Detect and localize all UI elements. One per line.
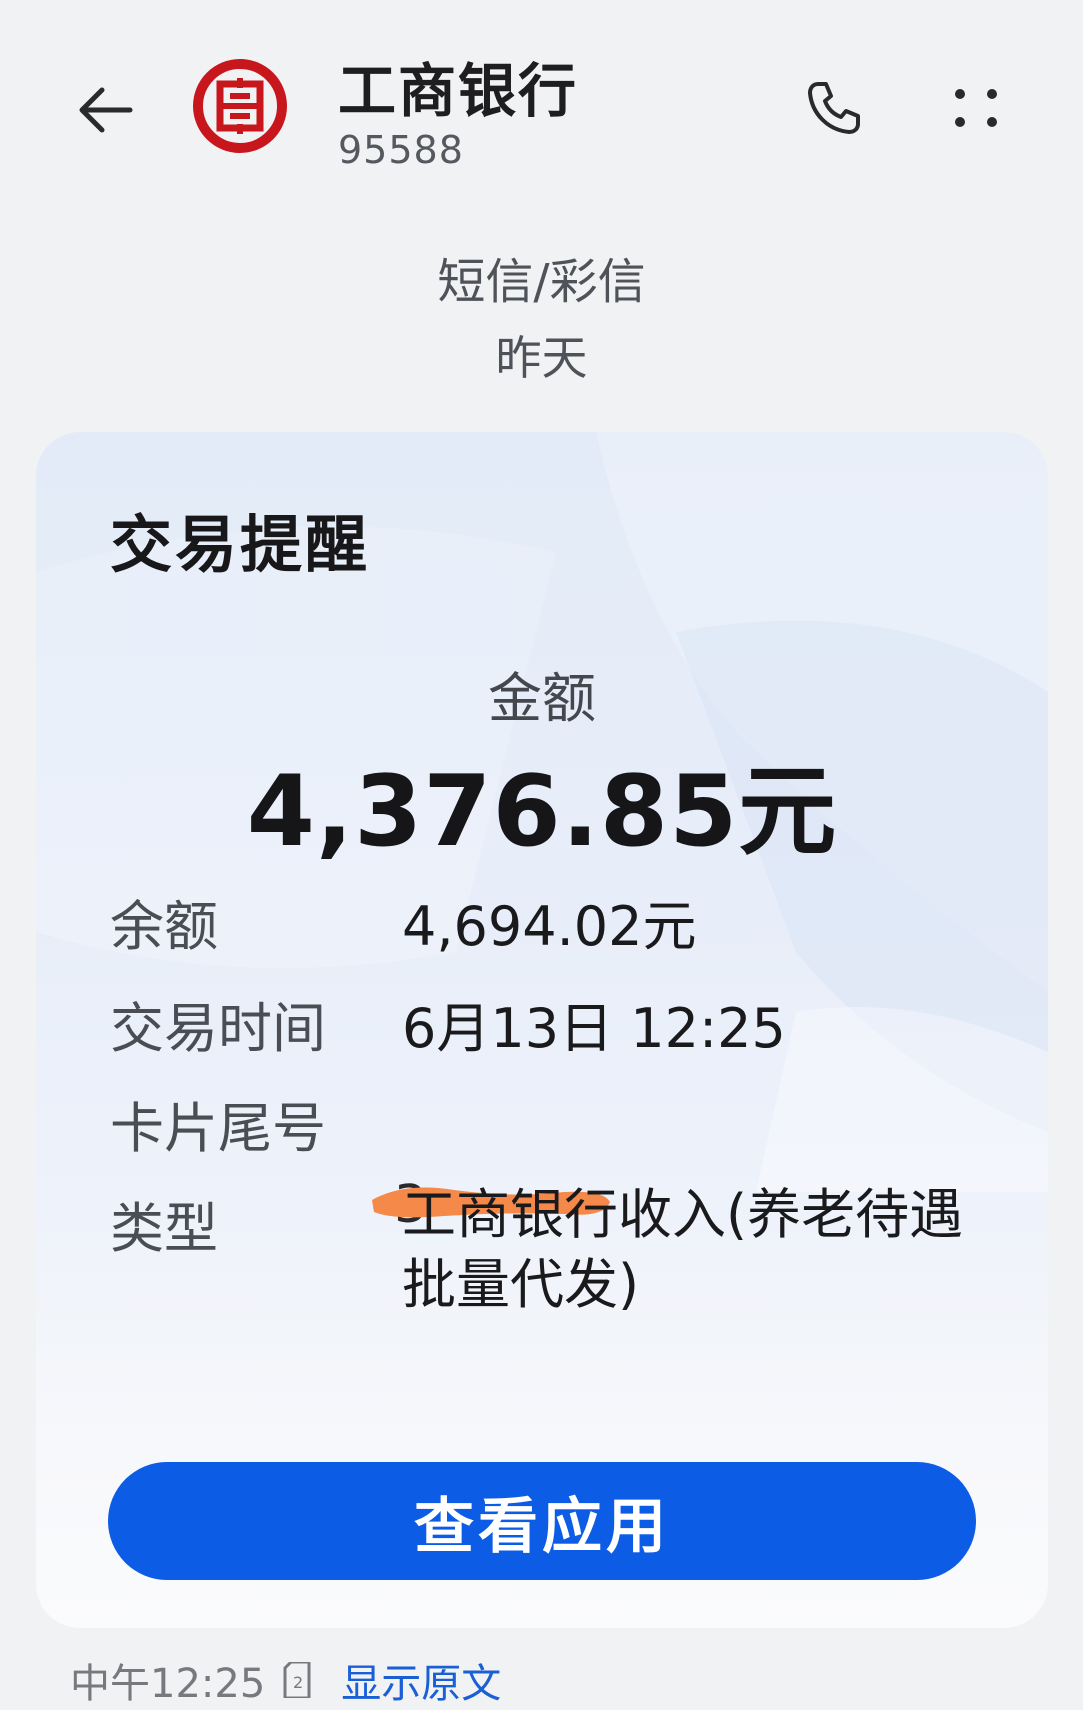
more-dots-icon bbox=[955, 89, 997, 127]
message-type-label: 短信/彩信 bbox=[437, 254, 646, 310]
icbc-logo-icon bbox=[192, 58, 288, 154]
amount-value: 4,376.85元 bbox=[246, 755, 838, 869]
transaction-time-label: 交易时间 bbox=[110, 997, 326, 1060]
message-footer: 中午12:25 2 显示原文 bbox=[70, 1650, 501, 1710]
call-button[interactable] bbox=[796, 70, 872, 146]
transaction-time-value: 6月13日 12:25 bbox=[402, 997, 786, 1060]
contact-number: 95588 bbox=[338, 128, 464, 172]
type-value: 工商银行收入(养老待遇批量代发) bbox=[402, 1183, 964, 1316]
card-tail-number-label: 卡片尾号 bbox=[110, 1097, 326, 1160]
phone-icon bbox=[808, 82, 860, 134]
svg-text:2: 2 bbox=[293, 1673, 303, 1692]
conversation-header: 工商银行 95588 bbox=[0, 0, 1083, 200]
balance-label: 余额 bbox=[110, 895, 218, 958]
amount-label: 金额 bbox=[488, 667, 596, 730]
message-date-label: 昨天 bbox=[495, 331, 588, 385]
sim-card-icon: 2 bbox=[283, 1662, 311, 1698]
message-time: 中午12:25 bbox=[70, 1661, 266, 1707]
back-arrow-icon bbox=[79, 87, 133, 133]
show-original-link[interactable]: 显示原文 bbox=[341, 1651, 501, 1709]
type-label: 类型 bbox=[110, 1197, 218, 1260]
balance-value: 4,694.02元 bbox=[402, 895, 697, 958]
transaction-card[interactable]: 交易提醒 金额 4,376.85元 余额 4,694.02元 交易时间 6月13… bbox=[36, 432, 1048, 1628]
card-title: 交易提醒 bbox=[110, 508, 371, 581]
back-button[interactable] bbox=[68, 72, 144, 148]
more-button[interactable] bbox=[946, 70, 1006, 146]
view-app-button[interactable]: 查看应用 bbox=[108, 1462, 976, 1580]
contact-name: 工商银行 bbox=[338, 57, 579, 125]
